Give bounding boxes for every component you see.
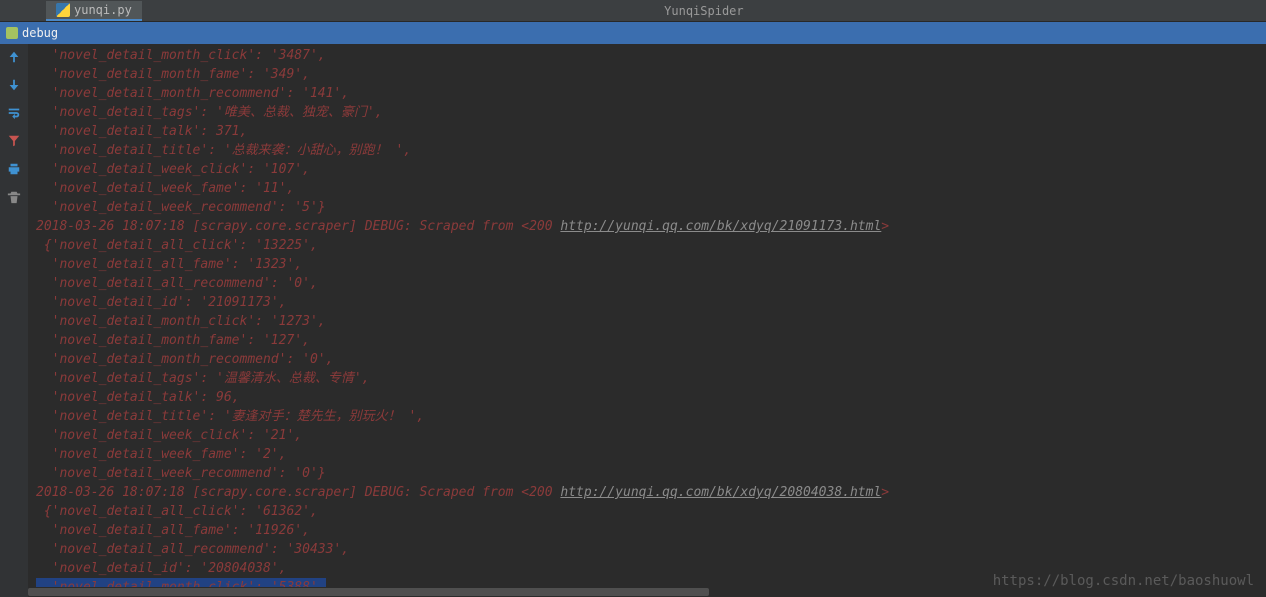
tab-title-center: YunqiSpider xyxy=(142,4,1266,18)
breadcrumb: debug xyxy=(0,22,1266,44)
filter-icon[interactable] xyxy=(7,134,21,152)
scrollbar-thumb[interactable] xyxy=(28,588,709,596)
trash-icon[interactable] xyxy=(7,190,21,208)
python-file-icon xyxy=(56,3,70,17)
main-area: 'novel_detail_month_click': '3487', 'nov… xyxy=(0,44,1266,597)
tab-bar: yunqi.py YunqiSpider xyxy=(0,0,1266,22)
debug-icon xyxy=(6,27,18,39)
arrow-down-icon[interactable] xyxy=(7,78,21,96)
arrow-up-icon[interactable] xyxy=(7,50,21,68)
print-icon[interactable] xyxy=(7,162,21,180)
tab-file[interactable]: yunqi.py xyxy=(46,1,142,21)
tab-label: yunqi.py xyxy=(74,3,132,17)
gutter xyxy=(0,44,28,597)
console-output[interactable]: 'novel_detail_month_click': '3487', 'nov… xyxy=(28,44,1266,597)
breadcrumb-label: debug xyxy=(22,26,58,40)
watermark: https://blog.csdn.net/baoshuowl xyxy=(993,573,1254,589)
wrap-icon[interactable] xyxy=(7,106,21,124)
